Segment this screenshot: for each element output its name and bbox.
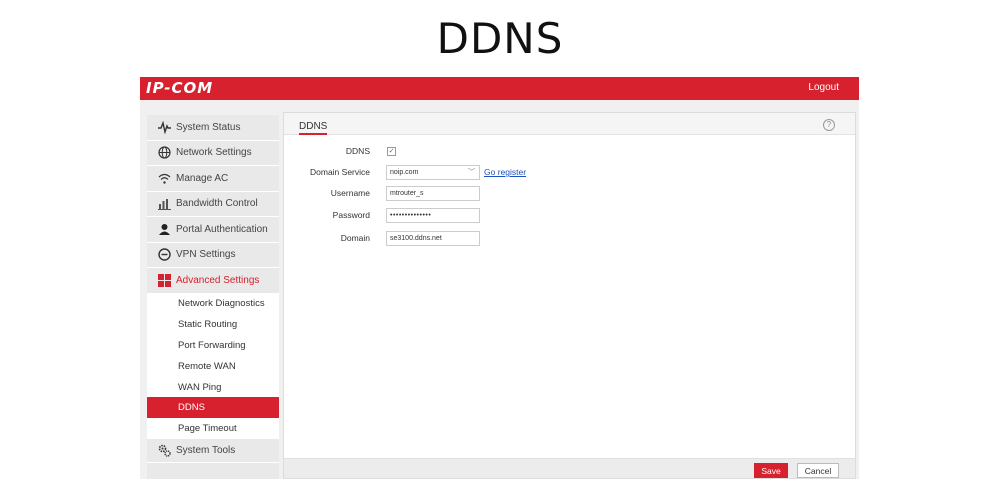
domain-input[interactable]: se3100.ddns.net (386, 230, 480, 246)
globe-icon (158, 146, 171, 159)
panel-footer: Save Cancel (284, 458, 855, 478)
sidebar-item-label: Network Settings (176, 147, 252, 159)
submenu-item-static-routing[interactable]: Static Routing (147, 314, 279, 335)
gears-icon (158, 444, 171, 457)
sidebar: System Status Network Settings Manage AC… (147, 115, 279, 479)
sidebar-item-label: Portal Authentication (176, 223, 268, 235)
submenu-item-wan-ping[interactable]: WAN Ping (147, 377, 279, 398)
password-label: Password (332, 210, 370, 220)
submenu-item-page-timeout[interactable]: Page Timeout (147, 418, 279, 439)
sidebar-item-label: Manage AC (176, 172, 229, 184)
submenu-item-port-forwarding[interactable]: Port Forwarding (147, 335, 279, 356)
ddns-label: DDNS (345, 146, 370, 156)
sidebar-item-label: VPN Settings (176, 249, 236, 261)
sidebar-item-advanced-settings[interactable]: Advanced Settings (147, 268, 279, 294)
brand-logo: IP-COM (146, 79, 214, 97)
submenu-item-network-diagnostics[interactable]: Network Diagnostics (147, 294, 279, 315)
sidebar-item-system-tools[interactable]: System Tools (147, 439, 279, 464)
domain-service-select[interactable]: noip.com ﹀ (386, 164, 480, 180)
go-register-link[interactable]: Go register (484, 167, 526, 177)
ddns-row: DDNS ✓ (284, 143, 396, 159)
sidebar-item-label: Bandwidth Control (176, 198, 258, 210)
sidebar-item-manage-ac[interactable]: Manage AC (147, 166, 279, 192)
tab-ddns[interactable]: DDNS (299, 121, 328, 135)
save-button[interactable]: Save (754, 463, 788, 478)
chevron-down-icon: ﹀ (468, 169, 475, 176)
wifi-icon (158, 172, 171, 185)
username-row: Username mtrouter_s (284, 185, 480, 201)
ddns-checkbox[interactable]: ✓ (387, 146, 396, 156)
top-bar: IP-COM Logout (140, 77, 859, 100)
bar-chart-icon (158, 197, 171, 211)
domain-row: Domain se3100.ddns.net (284, 230, 480, 246)
router-admin-window: IP-COM Logout System Status Network Sett… (140, 77, 859, 479)
sidebar-item-portal-authentication[interactable]: Portal Authentication (147, 217, 279, 243)
domain-service-row: Domain Service noip.com ﹀ Go register (284, 164, 526, 180)
user-icon (158, 223, 171, 236)
cancel-button[interactable]: Cancel (797, 463, 839, 478)
username-input[interactable]: mtrouter_s (386, 185, 480, 201)
help-icon[interactable]: ? (823, 119, 835, 131)
pulse-icon (158, 120, 171, 134)
sidebar-item-label: System Tools (176, 445, 236, 457)
sidebar-item-vpn-settings[interactable]: VPN Settings (147, 242, 279, 268)
domain-label: Domain (340, 233, 370, 243)
logout-link[interactable]: Logout (808, 82, 839, 93)
username-label: Username (330, 188, 370, 198)
main-panel: DDNS ? DDNS ✓ Domain Service noip.com ﹀ … (283, 112, 856, 479)
vpn-icon (158, 248, 171, 261)
sidebar-item-bandwidth-control[interactable]: Bandwidth Control (147, 191, 279, 217)
sidebar-item-label: System Status (176, 121, 241, 133)
advanced-settings-submenu: Network Diagnostics Static Routing Port … (147, 293, 279, 440)
grid-icon (158, 273, 171, 287)
page-heading: DDNS (436, 14, 564, 63)
password-row: Password •••••••••••••• (284, 207, 480, 223)
password-input[interactable]: •••••••••••••• (386, 207, 480, 223)
panel-header: DDNS ? (284, 113, 855, 135)
domain-service-value: noip.com (390, 168, 419, 176)
sidebar-item-label: Advanced Settings (176, 274, 260, 286)
submenu-item-ddns[interactable]: DDNS (147, 397, 279, 419)
sidebar-item-network-settings[interactable]: Network Settings (147, 140, 279, 166)
sidebar-item-system-status[interactable]: System Status (147, 115, 279, 141)
submenu-item-remote-wan[interactable]: Remote WAN (147, 356, 279, 377)
domain-service-label: Domain Service (310, 167, 370, 177)
